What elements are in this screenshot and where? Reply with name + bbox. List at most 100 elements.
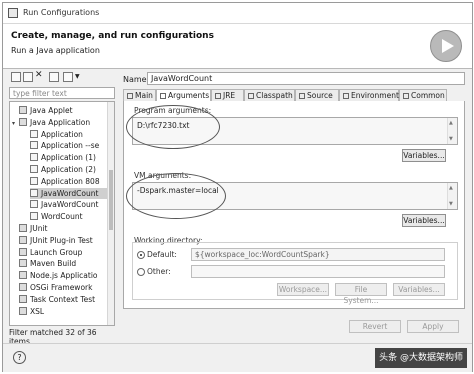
annotation-circle bbox=[126, 105, 220, 149]
watermark: 头条 @大数据架构师 bbox=[375, 348, 467, 368]
tree-item-label: Maven Build bbox=[30, 259, 77, 269]
tree-item[interactable]: Application (1) bbox=[30, 152, 96, 163]
tree-item-label: JavaWordCount bbox=[41, 200, 99, 210]
tab-source[interactable]: Source bbox=[295, 89, 339, 101]
tree-item-label: Launch Group bbox=[30, 247, 83, 257]
config-icon bbox=[30, 212, 38, 221]
tree-scrollbar[interactable] bbox=[107, 102, 114, 325]
scrollbar-thumb[interactable] bbox=[109, 170, 113, 230]
tree-item-label: Application --se bbox=[41, 141, 100, 151]
tree-item[interactable]: JavaWordCount bbox=[30, 187, 110, 199]
view-menu-chevron-down-icon[interactable]: ▼ bbox=[75, 72, 85, 82]
revert-button[interactable]: Revert bbox=[349, 320, 401, 333]
java-application-icon bbox=[19, 117, 27, 126]
tree-category[interactable]: Java Applet bbox=[12, 105, 73, 116]
tree-item[interactable]: Application --se bbox=[30, 140, 99, 151]
banner-subtitle: Run a Java application bbox=[11, 46, 100, 55]
scroll-down-icon[interactable]: ▼ bbox=[449, 201, 453, 207]
name-input[interactable]: JavaWordCount bbox=[147, 72, 465, 85]
tree-category[interactable]: JUnit bbox=[12, 223, 47, 234]
tree-category[interactable]: ▾ Java Application bbox=[12, 117, 90, 128]
other-directory-field bbox=[191, 265, 445, 278]
tab-classpath[interactable]: Classpath bbox=[244, 89, 295, 101]
apply-button[interactable]: Apply bbox=[407, 320, 459, 333]
tree-item-label: Java Applet bbox=[30, 106, 73, 115]
tab-common[interactable]: Common bbox=[399, 89, 447, 101]
run-icon bbox=[430, 30, 462, 62]
working-directory-group: Default: ${workspace_loc:WordCountSpark}… bbox=[132, 242, 458, 305]
filter-icon[interactable] bbox=[63, 72, 73, 82]
dialog-footer: ? 头条 @大数据架构师 bbox=[3, 343, 472, 372]
tab-main[interactable]: Main bbox=[123, 89, 156, 101]
help-icon[interactable]: ? bbox=[13, 351, 26, 364]
tree-item-label: Task Context Test bbox=[30, 294, 96, 304]
source-tab-icon bbox=[299, 93, 305, 99]
java-applet-icon bbox=[19, 106, 27, 114]
config-icon bbox=[19, 306, 27, 315]
scroll-down-icon[interactable]: ▼ bbox=[449, 136, 453, 142]
delete-icon[interactable]: ✕ bbox=[35, 71, 45, 81]
tree-item-label: WordCount bbox=[41, 212, 83, 222]
file-system-button[interactable]: File System... bbox=[335, 283, 387, 305]
tree-item[interactable]: Application 808 bbox=[30, 176, 100, 187]
config-icon bbox=[30, 153, 38, 162]
tree-category[interactable]: JUnit Plug-in Test bbox=[12, 235, 93, 246]
classpath-tab-icon bbox=[248, 93, 254, 99]
chevron-down-icon[interactable]: ▾ bbox=[12, 118, 19, 129]
arguments-tab-icon bbox=[160, 93, 166, 99]
scroll-up-icon[interactable]: ▲ bbox=[449, 185, 453, 191]
tree-item[interactable]: WordCount bbox=[30, 211, 83, 222]
other-radio[interactable] bbox=[137, 268, 145, 276]
tree-item-label: Application (2) bbox=[41, 165, 96, 174]
tree-category[interactable]: XSL bbox=[12, 306, 44, 317]
tree-item-label: Application (1) bbox=[41, 153, 96, 163]
annotation-circle bbox=[126, 173, 226, 219]
header-banner: Create, manage, and run configurations R… bbox=[3, 24, 472, 69]
config-icon bbox=[19, 224, 27, 232]
scroll-up-icon[interactable]: ▲ bbox=[449, 120, 453, 126]
tree-item[interactable]: Application (2) bbox=[30, 164, 96, 175]
filter-input[interactable]: type filter text bbox=[9, 87, 115, 99]
default-radio[interactable] bbox=[137, 251, 145, 259]
tree-item-label: Application bbox=[41, 129, 83, 139]
program-args-scrollbar[interactable]: ▲ ▼ bbox=[447, 118, 457, 144]
config-icon bbox=[19, 283, 27, 291]
program-variables-button[interactable]: Variables... bbox=[402, 149, 446, 162]
vm-args-scrollbar[interactable]: ▲ ▼ bbox=[447, 183, 457, 209]
name-label: Name: bbox=[123, 75, 150, 84]
new-config-icon[interactable] bbox=[11, 72, 21, 82]
tree-category[interactable]: Launch Group bbox=[12, 247, 82, 258]
default-directory-field: ${workspace_loc:WordCountSpark} bbox=[191, 248, 445, 261]
tab-environment[interactable]: Environment bbox=[339, 89, 399, 101]
config-icon bbox=[30, 141, 38, 150]
tree-item-label: XSL bbox=[30, 306, 45, 316]
configuration-list-pane: ✕ ▼ type filter text Java Applet ▾ Java Ap… bbox=[9, 70, 117, 346]
common-tab-icon bbox=[403, 93, 409, 99]
config-icon bbox=[19, 259, 27, 268]
tree-category[interactable]: Task Context Test bbox=[12, 294, 95, 305]
config-icon bbox=[30, 200, 38, 209]
tree-item-label: Java Application bbox=[30, 117, 91, 127]
banner-heading: Create, manage, and run configurations bbox=[11, 31, 214, 41]
tree-category[interactable]: Node.js Applicatio bbox=[12, 270, 98, 281]
config-icon bbox=[30, 129, 38, 138]
tab-jre[interactable]: JRE bbox=[211, 89, 244, 101]
workspace-button[interactable]: Workspace... bbox=[277, 283, 329, 296]
title-bar: Run Configurations bbox=[3, 3, 472, 24]
collapse-all-icon[interactable] bbox=[49, 72, 59, 82]
tree-item[interactable]: JavaWordCount bbox=[30, 199, 98, 210]
tree-item[interactable]: Application bbox=[30, 129, 83, 140]
config-icon bbox=[30, 188, 38, 197]
tree-item-label: JavaWordCount bbox=[41, 188, 99, 198]
other-label: Other: bbox=[147, 267, 171, 276]
tree-item-label: JUnit bbox=[30, 224, 48, 233]
tree-category[interactable]: Maven Build bbox=[12, 258, 76, 269]
tree-category[interactable]: OSGi Framework bbox=[12, 282, 92, 293]
run-configurations-window: Run Configurations Create, manage, and r… bbox=[2, 2, 473, 372]
export-icon[interactable] bbox=[23, 72, 33, 82]
vm-variables-button[interactable]: Variables... bbox=[402, 214, 446, 227]
main-tab-icon bbox=[127, 93, 133, 99]
configuration-tree: Java Applet ▾ Java Application Application A… bbox=[9, 101, 115, 326]
variables-button[interactable]: Variables... bbox=[393, 283, 445, 296]
default-label: Default: bbox=[147, 250, 177, 259]
